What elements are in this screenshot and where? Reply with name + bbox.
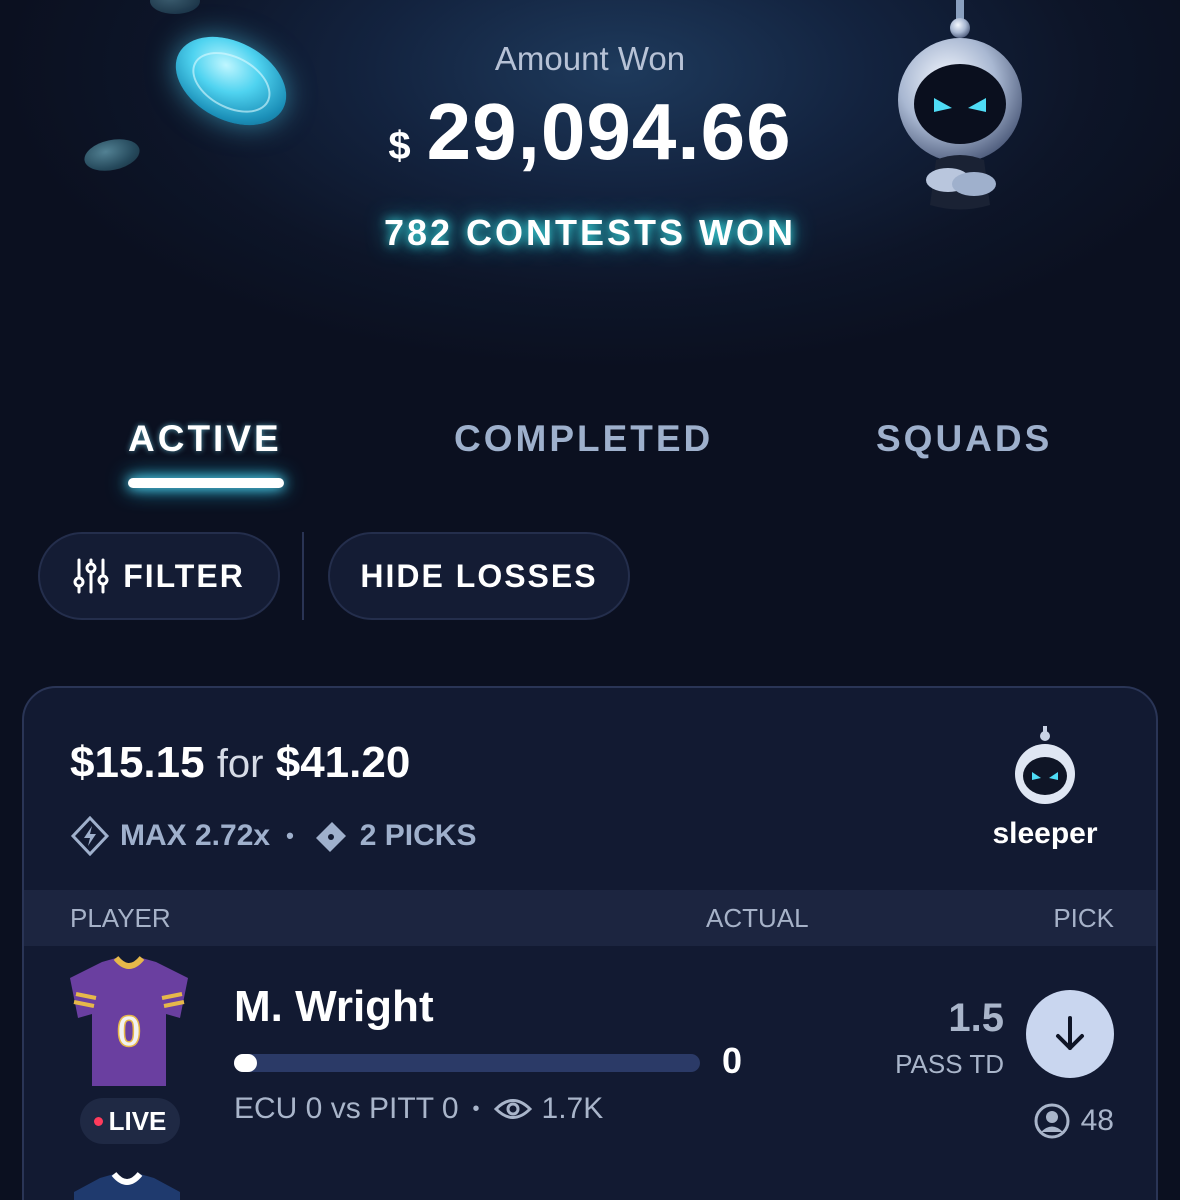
game-info: ECU 0 vs PITT 0 • 1.7K	[234, 1092, 603, 1126]
filter-divider	[302, 532, 304, 620]
table-header: PLAYER ACTUAL PICK	[24, 890, 1156, 946]
contests-won: 782 CONTESTS WON	[383, 212, 797, 253]
table-row[interactable]: 0 LIVE M. Wright 0 ECU 0 vs PITT 0 • 1.7…	[24, 946, 1156, 1186]
hide-losses-button[interactable]: HIDE LOSSES	[328, 532, 630, 620]
column-pick: PICK	[1053, 902, 1114, 933]
hide-losses-label: HIDE LOSSES	[360, 557, 598, 594]
jersey-icon: 0	[70, 956, 188, 1086]
pick-count-value: 48	[1080, 1104, 1114, 1137]
pick-count: 48	[1033, 1102, 1114, 1140]
column-actual: ACTUAL	[706, 902, 809, 933]
sleeper-brand-name: sleeper	[992, 817, 1098, 850]
currency-symbol: $	[388, 124, 411, 168]
separator-dot: •	[472, 1097, 480, 1120]
picks-count: 2 PICKS	[359, 819, 477, 852]
amount-won: $ 29,094.66	[0, 86, 1180, 178]
max-multiplier: MAX 2.72x	[120, 819, 271, 852]
payout-amount: $41.20	[275, 738, 411, 787]
active-tab-indicator	[128, 478, 284, 488]
pick-under-button[interactable]	[1026, 990, 1114, 1078]
filter-button[interactable]: FILTER	[38, 532, 280, 620]
amount-won-value: 29,094.66	[426, 87, 792, 176]
eye-icon	[493, 1099, 532, 1119]
contest-card[interactable]: $15.15 for $41.20 MAX 2.72x • 2 PICKS sl…	[22, 686, 1158, 1200]
sleeper-brand: sleeper	[980, 726, 1110, 851]
entry-for-word: for	[216, 742, 264, 786]
hero-banner: Amount Won $ 29,094.66 782 CONTESTS WON	[0, 0, 1180, 380]
separator-dot: •	[286, 823, 294, 848]
live-dot-icon	[93, 1116, 103, 1126]
tab-active[interactable]: ACTIVE	[128, 418, 282, 460]
entry-amount: $15.15	[70, 738, 205, 787]
tab-squads[interactable]: SQUADS	[876, 418, 1052, 460]
sliders-icon	[73, 558, 109, 594]
view-count: 1.7K	[541, 1092, 604, 1125]
shield-bolt-icon	[70, 816, 110, 856]
game-score: ECU 0 vs PITT 0	[234, 1092, 459, 1125]
coin-decoration	[150, 0, 200, 14]
jersey-number: 0	[117, 1007, 141, 1056]
entry-summary: $15.15 for $41.20	[70, 738, 410, 788]
entry-meta: MAX 2.72x • 2 PICKS	[70, 816, 477, 856]
sleeper-logo-icon	[1015, 726, 1075, 804]
filter-label: FILTER	[123, 557, 245, 594]
arrow-down-icon	[1056, 1016, 1084, 1050]
user-circle-icon	[1034, 1103, 1070, 1139]
tab-bar: ACTIVE COMPLETED SQUADS	[0, 412, 1180, 502]
live-badge: LIVE	[80, 1098, 180, 1144]
pick-line: 1.5 PASS TD	[895, 996, 1004, 1080]
line-value: 1.5	[948, 996, 1004, 1040]
live-label: LIVE	[108, 1105, 167, 1136]
stat-progress-fill	[234, 1054, 258, 1072]
jersey-icon	[74, 1172, 180, 1200]
actual-value: 0	[722, 1040, 743, 1081]
column-player: PLAYER	[70, 902, 171, 933]
stat-progress-bar	[234, 1054, 700, 1072]
ticket-icon	[315, 822, 346, 852]
player-name: M. Wright	[234, 982, 434, 1031]
tab-completed[interactable]: COMPLETED	[454, 418, 713, 460]
amount-won-label: Amount Won	[494, 40, 686, 77]
stat-type: PASS TD	[895, 1049, 1004, 1079]
